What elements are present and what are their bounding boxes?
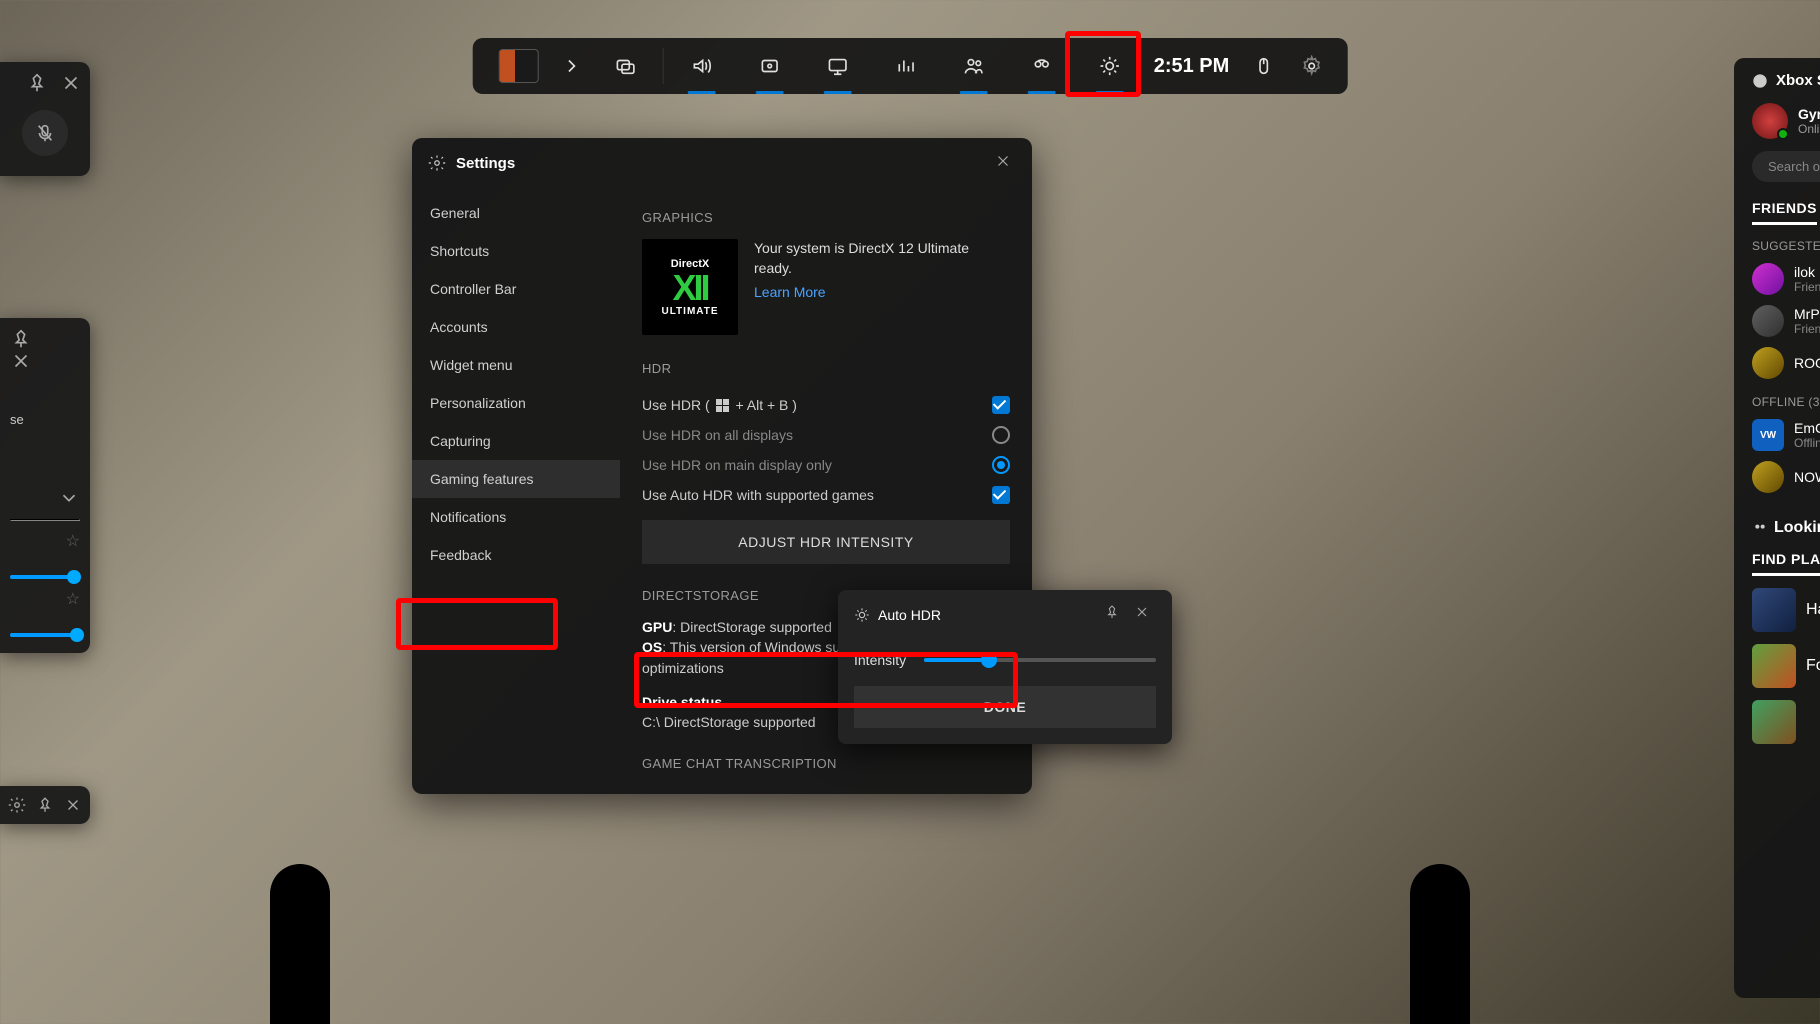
search-input[interactable]: Search or	[1752, 151, 1820, 182]
close-icon[interactable]	[1134, 604, 1156, 626]
brightness-icon	[854, 607, 870, 623]
pin-icon[interactable]	[26, 72, 48, 94]
ds-drive-title: Drive status	[642, 694, 722, 710]
avatar	[1752, 103, 1788, 139]
game-item[interactable]: Fo	[1752, 644, 1820, 688]
auto-hdr-label: Use Auto HDR with supported games	[642, 487, 874, 503]
sidebar-item-shortcuts[interactable]: Shortcuts	[412, 232, 620, 270]
suggested-heading: SUGGESTED	[1752, 239, 1820, 253]
friend-item[interactable]: NOW	[1752, 461, 1820, 493]
friend-item[interactable]: VWEmCeOffline	[1752, 419, 1820, 451]
sidebar-item-accounts[interactable]: Accounts	[412, 308, 620, 346]
game-bar-toolbar: 2:51 PM	[473, 38, 1348, 94]
game-item[interactable]: Ha	[1752, 588, 1820, 632]
done-button[interactable]: DONE	[854, 686, 1156, 728]
pin-icon[interactable]	[10, 328, 32, 350]
audio-widget: se ☆ ☆	[0, 318, 90, 653]
widget-store-icon[interactable]	[593, 42, 657, 90]
favorite-icon[interactable]: ☆	[10, 531, 80, 551]
directx-logo: DirectX XII ULTIMATE	[642, 239, 738, 335]
settings-title: Settings	[456, 155, 515, 172]
pin-icon[interactable]	[36, 794, 54, 816]
mouse-icon[interactable]	[1241, 42, 1285, 90]
xbox-social-title: Xbox Social	[1752, 72, 1820, 89]
hdr-heading: HDR	[642, 361, 1010, 376]
adjust-hdr-button[interactable]: ADJUST HDR INTENSITY	[642, 520, 1010, 564]
sidebar-item-personalization[interactable]: Personalization	[412, 384, 620, 422]
resources-widget	[0, 786, 90, 824]
audio-icon[interactable]	[670, 42, 734, 90]
looking-for-group-icon[interactable]	[1010, 42, 1074, 90]
volume-slider-2[interactable]	[10, 633, 80, 637]
widget-thumbnail[interactable]	[487, 42, 551, 90]
sidebar-item-gaming-features[interactable]: Gaming features	[412, 460, 620, 498]
audio-device-label: se	[10, 412, 80, 427]
find-players-tab[interactable]: FIND PLA	[1752, 551, 1820, 576]
graphics-heading: GRAPHICS	[642, 210, 1010, 225]
settings-sidebar: General Shortcuts Controller Bar Account…	[412, 188, 620, 794]
friend-item[interactable]: MrPFriend	[1752, 305, 1820, 337]
sidebar-item-feedback[interactable]: Feedback	[412, 536, 620, 574]
hdr-all-displays-label: Use HDR on all displays	[642, 427, 793, 443]
sidebar-item-general[interactable]: General	[412, 194, 620, 232]
close-icon[interactable]	[64, 794, 82, 816]
clock: 2:51 PM	[1146, 55, 1238, 78]
volume-slider-1[interactable]	[10, 575, 80, 579]
use-hdr-label: Use HDR ( + Alt + B )	[642, 397, 797, 413]
settings-icon[interactable]	[1289, 42, 1333, 90]
hdr-main-only-radio[interactable]	[992, 456, 1010, 474]
auto-hdr-popup: Auto HDR Intensity DONE	[838, 590, 1172, 744]
learn-more-link[interactable]: Learn More	[754, 284, 826, 300]
friends-tab[interactable]: FRIENDS	[1752, 200, 1817, 225]
capture-icon[interactable]	[738, 42, 802, 90]
close-icon[interactable]	[10, 350, 32, 372]
performance-icon[interactable]	[874, 42, 938, 90]
mic-mute-button[interactable]	[22, 110, 68, 156]
pin-icon[interactable]	[1104, 604, 1126, 626]
intensity-slider[interactable]	[924, 658, 1156, 662]
friend-item[interactable]: ilokFriend	[1752, 263, 1820, 295]
looking-for-section: Looking for	[1752, 519, 1820, 537]
display-icon[interactable]	[806, 42, 870, 90]
gear-icon	[428, 154, 446, 172]
close-icon[interactable]	[994, 152, 1016, 174]
sidebar-item-controller[interactable]: Controller Bar	[412, 270, 620, 308]
game-item[interactable]	[1752, 700, 1820, 744]
intensity-label: Intensity	[854, 652, 906, 668]
offline-heading: OFFLINE (3)	[1752, 395, 1820, 409]
chat-heading: GAME CHAT TRANSCRIPTION	[642, 756, 1010, 771]
gear-icon[interactable]	[8, 794, 26, 816]
windows-key-icon	[716, 398, 730, 412]
auto-hdr-title: Auto HDR	[878, 607, 941, 623]
favorite-icon[interactable]: ☆	[10, 589, 80, 609]
friend-item[interactable]: ROG	[1752, 347, 1820, 379]
hdr-all-displays-radio[interactable]	[992, 426, 1010, 444]
auto-hdr-checkbox[interactable]	[992, 486, 1010, 504]
chevron-down-icon[interactable]	[58, 487, 80, 509]
brightness-icon[interactable]	[1078, 42, 1142, 90]
sidebar-item-capturing[interactable]: Capturing	[412, 422, 620, 460]
sidebar-item-notifications[interactable]: Notifications	[412, 498, 620, 536]
capture-widget	[0, 62, 90, 176]
close-icon[interactable]	[60, 72, 82, 94]
chevron-right-icon[interactable]	[555, 42, 589, 90]
use-hdr-checkbox[interactable]	[992, 396, 1010, 414]
sidebar-item-widget[interactable]: Widget menu	[412, 346, 620, 384]
hdr-main-only-label: Use HDR on main display only	[642, 457, 832, 473]
xbox-social-icon[interactable]	[942, 42, 1006, 90]
xbox-social-panel: Xbox Social Gyros Online Search or FRIEN…	[1734, 58, 1820, 998]
directx-status: Your system is DirectX 12 Ultimate ready…	[754, 239, 1010, 278]
profile[interactable]: Gyros Online	[1752, 103, 1820, 139]
